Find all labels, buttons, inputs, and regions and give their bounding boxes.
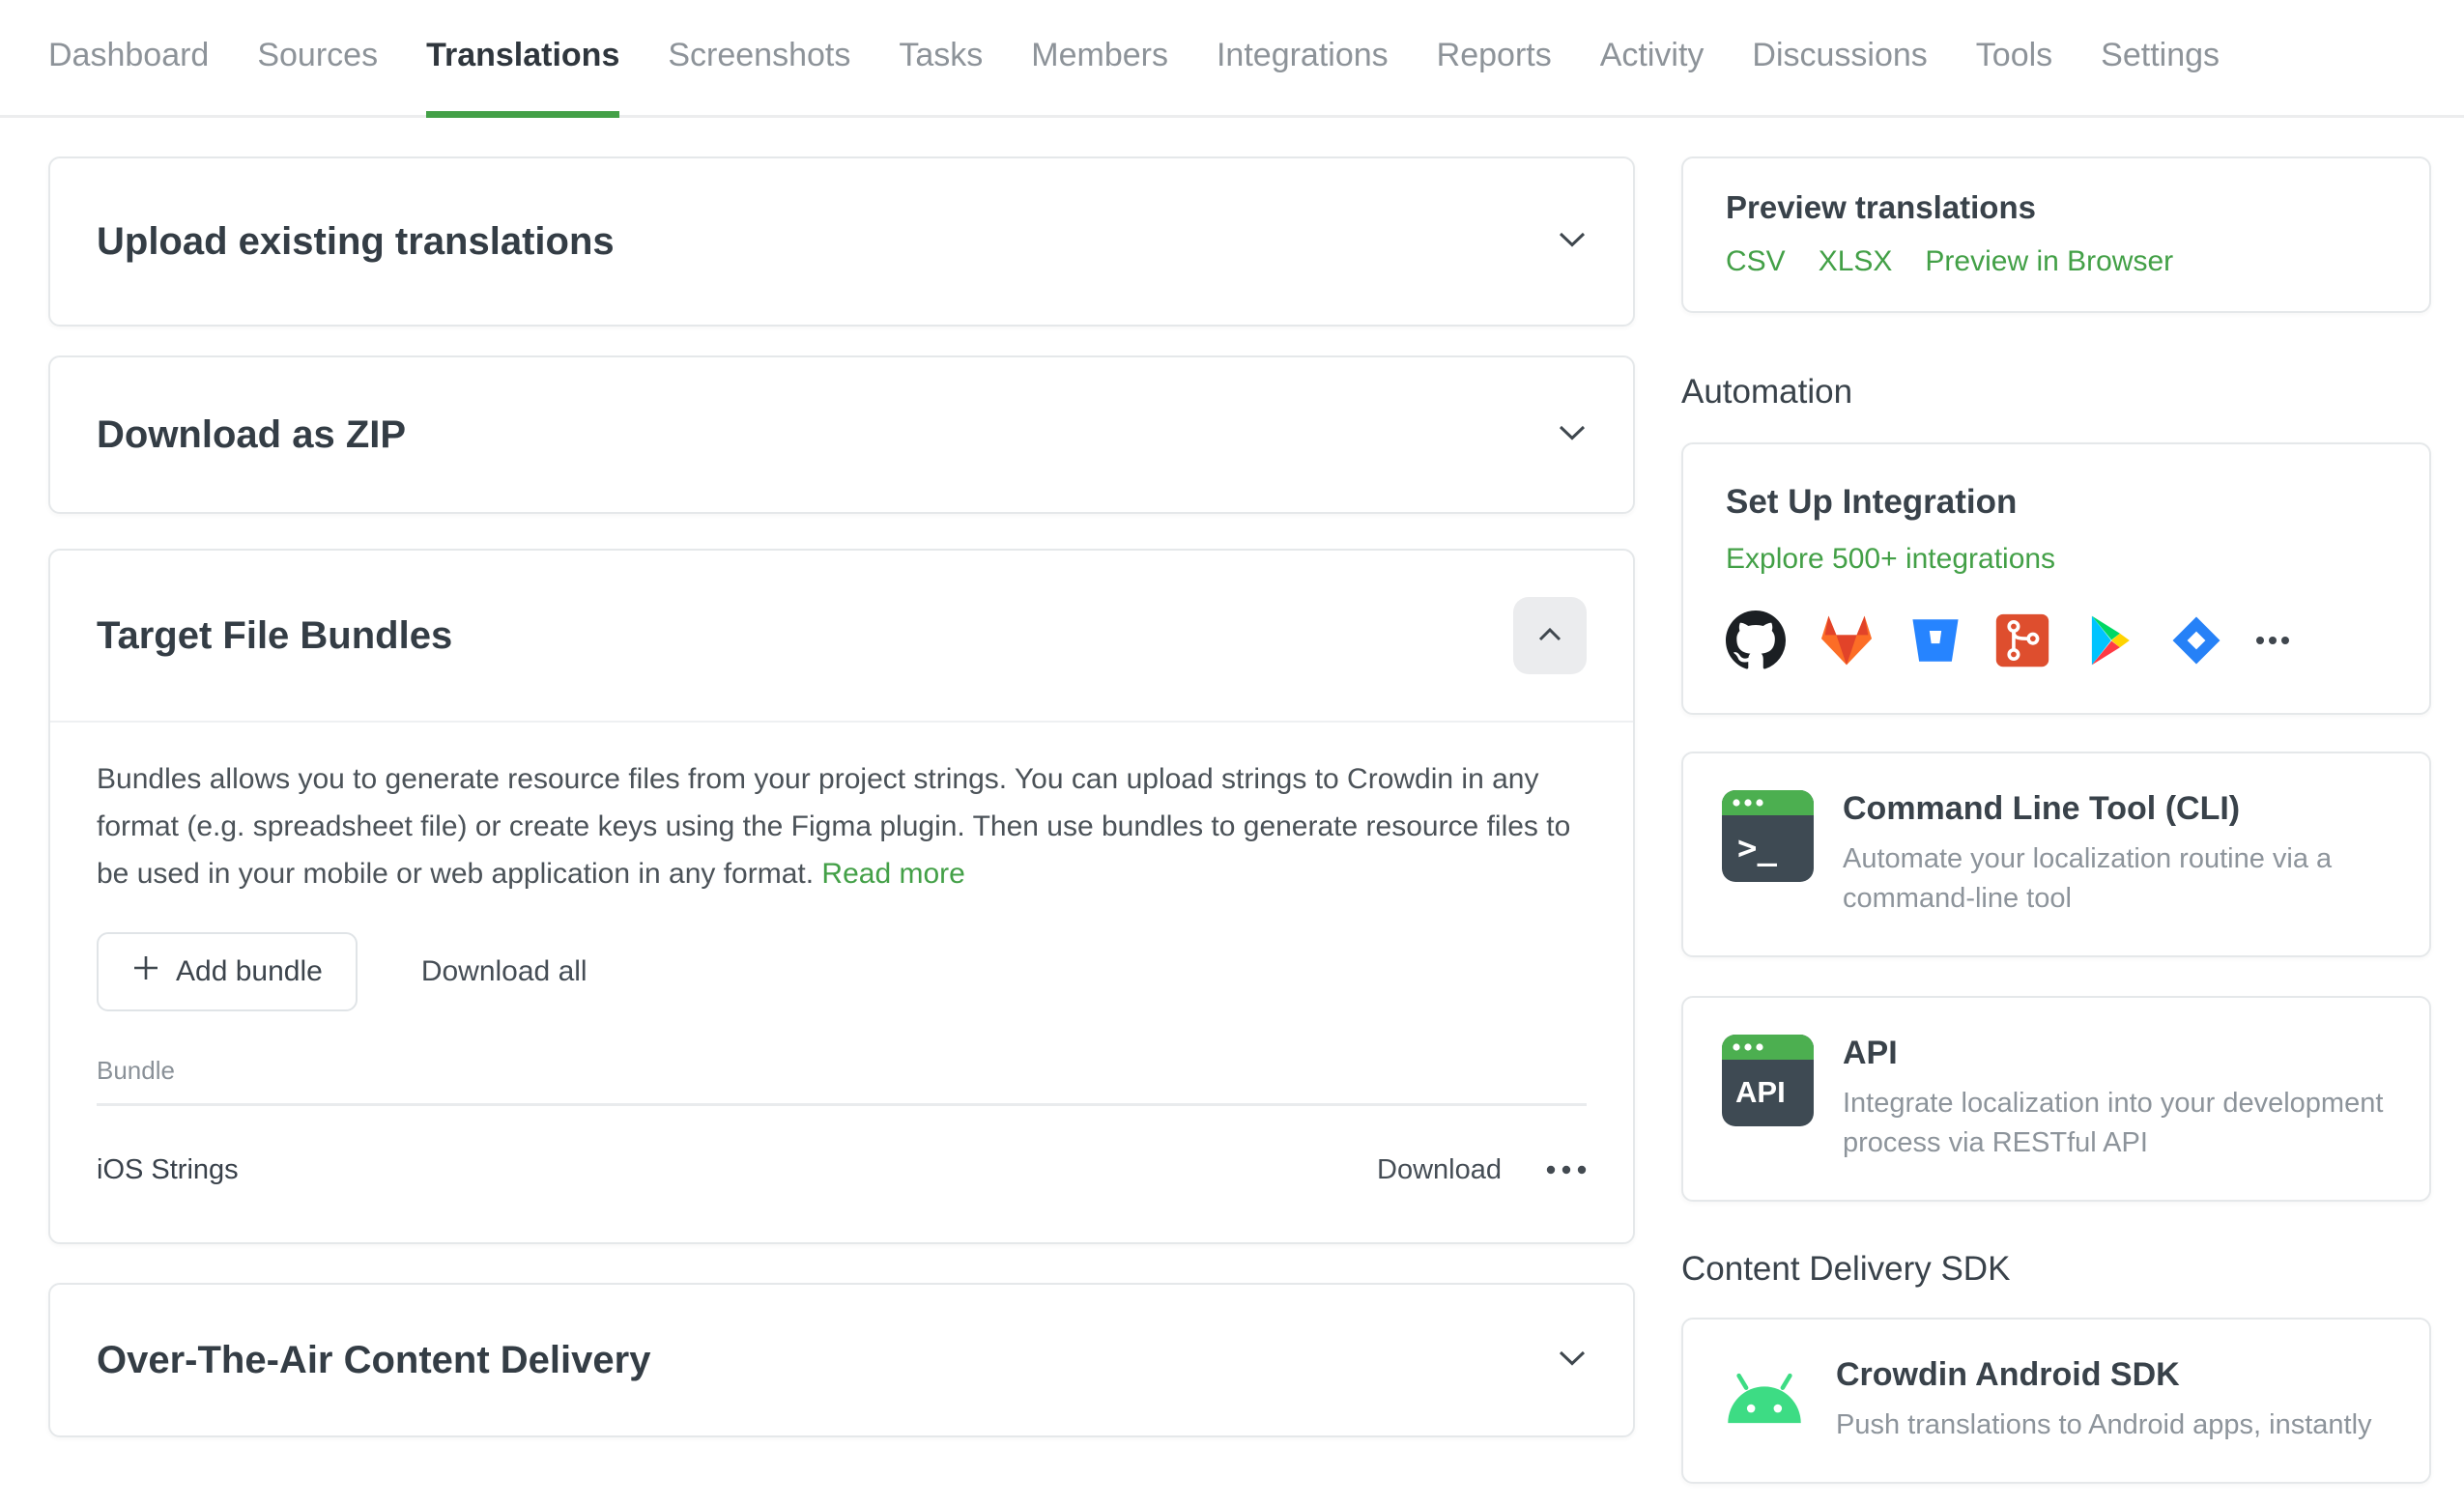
upload-translations-panel: Upload existing translations bbox=[48, 156, 1635, 327]
preview-translations-title: Preview translations bbox=[1726, 189, 2387, 226]
tab-dashboard[interactable]: Dashboard bbox=[48, 0, 209, 118]
upload-translations-title: Upload existing translations bbox=[97, 220, 615, 264]
gitlab-icon[interactable] bbox=[1817, 613, 1877, 667]
target-file-bundles-title: Target File Bundles bbox=[97, 614, 452, 658]
cli-description: Automate your localization routine via a… bbox=[1843, 839, 2384, 919]
android-sdk-text: Crowdin Android SDK Push translations to… bbox=[1836, 1356, 2372, 1445]
bitbucket-icon[interactable] bbox=[1907, 612, 1963, 668]
upload-translations-header[interactable]: Upload existing translations bbox=[50, 158, 1633, 325]
git-icon[interactable] bbox=[1994, 612, 2050, 668]
ota-title: Over-The-Air Content Delivery bbox=[97, 1339, 650, 1382]
bundles-description: Bundles allows you to generate resource … bbox=[97, 755, 1587, 897]
bundles-actions: Add bundle Download all bbox=[97, 932, 1587, 1011]
chevron-up-icon bbox=[1537, 627, 1562, 645]
tab-reports[interactable]: Reports bbox=[1437, 0, 1552, 118]
google-play-icon[interactable] bbox=[2081, 612, 2137, 668]
terminal-icon: >_ bbox=[1722, 790, 1814, 887]
tab-settings[interactable]: Settings bbox=[2101, 0, 2220, 118]
integration-logos bbox=[1726, 611, 2387, 670]
bundle-download-link[interactable]: Download bbox=[1377, 1154, 1502, 1186]
chevron-down-icon bbox=[1558, 1349, 1587, 1372]
table-row: iOS Strings Download bbox=[97, 1106, 1587, 1186]
tab-sources[interactable]: Sources bbox=[257, 0, 378, 118]
target-file-bundles-body: Bundles allows you to generate resource … bbox=[50, 723, 1633, 1242]
add-bundle-button[interactable]: Add bundle bbox=[97, 932, 358, 1011]
row-menu-button[interactable] bbox=[1546, 1163, 1587, 1178]
setup-integration-card: Set Up Integration Explore 500+ integrat… bbox=[1681, 442, 2431, 715]
bundle-column-header: Bundle bbox=[97, 1056, 1587, 1106]
preview-links: CSV XLSX Preview in Browser bbox=[1726, 245, 2387, 278]
svg-text:>_: >_ bbox=[1737, 829, 1777, 867]
tab-screenshots[interactable]: Screenshots bbox=[668, 0, 850, 118]
ota-panel: Over-The-Air Content Delivery bbox=[48, 1283, 1635, 1437]
cli-card[interactable]: >_ Command Line Tool (CLI) Automate your… bbox=[1681, 752, 2431, 957]
tab-tools[interactable]: Tools bbox=[1976, 0, 2052, 118]
tab-tasks[interactable]: Tasks bbox=[899, 0, 983, 118]
jira-icon[interactable] bbox=[2168, 612, 2224, 668]
more-integrations-icon[interactable] bbox=[2255, 636, 2290, 645]
setup-integration-title: Set Up Integration bbox=[1726, 483, 2387, 522]
download-zip-panel: Download as ZIP bbox=[48, 355, 1635, 514]
right-rail: Preview translations CSV XLSX Preview in… bbox=[1681, 156, 2431, 1484]
target-file-bundles-header[interactable]: Target File Bundles bbox=[50, 551, 1633, 721]
target-file-bundles-panel: Target File Bundles Bundles allows you t… bbox=[48, 549, 1635, 1244]
preview-in-browser-link[interactable]: Preview in Browser bbox=[1925, 245, 2173, 278]
android-sdk-title: Crowdin Android SDK bbox=[1836, 1356, 2372, 1394]
api-description: Integrate localization into your develop… bbox=[1843, 1084, 2384, 1163]
content-delivery-sdk-heading: Content Delivery SDK bbox=[1681, 1250, 2431, 1289]
tab-integrations[interactable]: Integrations bbox=[1217, 0, 1389, 118]
tab-translations[interactable]: Translations bbox=[426, 0, 619, 118]
tab-activity[interactable]: Activity bbox=[1600, 0, 1705, 118]
ota-header[interactable]: Over-The-Air Content Delivery bbox=[50, 1285, 1633, 1435]
chevron-down-icon bbox=[1558, 230, 1587, 253]
preview-csv-link[interactable]: CSV bbox=[1726, 245, 1786, 278]
collapse-button[interactable] bbox=[1513, 597, 1587, 674]
automation-heading: Automation bbox=[1681, 373, 2431, 412]
download-all-link[interactable]: Download all bbox=[421, 955, 587, 988]
download-zip-header[interactable]: Download as ZIP bbox=[50, 357, 1633, 512]
api-icon: API bbox=[1722, 1035, 1814, 1131]
add-bundle-label: Add bundle bbox=[176, 955, 323, 988]
github-icon[interactable] bbox=[1726, 611, 1786, 670]
cli-text: Command Line Tool (CLI) Automate your lo… bbox=[1843, 790, 2384, 919]
api-text: API Integrate localization into your dev… bbox=[1843, 1035, 2384, 1163]
preview-xlsx-link[interactable]: XLSX bbox=[1819, 245, 1893, 278]
translations-main-column: Upload existing translations Download as… bbox=[48, 156, 1635, 1437]
preview-translations-card: Preview translations CSV XLSX Preview in… bbox=[1681, 156, 2431, 313]
bundle-row-actions: Download bbox=[1377, 1154, 1587, 1186]
tab-discussions[interactable]: Discussions bbox=[1752, 0, 1927, 118]
bundles-table: Bundle iOS Strings Download bbox=[97, 1056, 1587, 1186]
android-icon bbox=[1722, 1372, 1807, 1431]
svg-text:API: API bbox=[1735, 1075, 1786, 1109]
bundle-name: iOS Strings bbox=[97, 1154, 239, 1186]
android-sdk-description: Push translations to Android apps, insta… bbox=[1836, 1406, 2372, 1445]
cli-title: Command Line Tool (CLI) bbox=[1843, 790, 2384, 828]
download-zip-title: Download as ZIP bbox=[97, 413, 406, 457]
api-title: API bbox=[1843, 1035, 2384, 1072]
project-tabs: Dashboard Sources Translations Screensho… bbox=[0, 0, 2464, 118]
plus-icon bbox=[131, 953, 160, 990]
explore-integrations-link[interactable]: Explore 500+ integrations bbox=[1726, 543, 2055, 576]
api-card[interactable]: API API Integrate localization into your… bbox=[1681, 996, 2431, 1202]
android-sdk-card[interactable]: Crowdin Android SDK Push translations to… bbox=[1681, 1318, 2431, 1484]
read-more-link[interactable]: Read more bbox=[821, 858, 964, 890]
tab-members[interactable]: Members bbox=[1031, 0, 1168, 118]
ellipsis-icon bbox=[1546, 1163, 1587, 1178]
chevron-down-icon bbox=[1558, 423, 1587, 446]
